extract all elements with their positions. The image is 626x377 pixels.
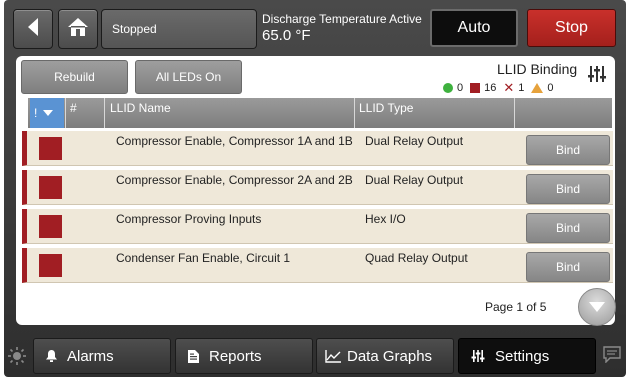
warning-status-icon	[531, 83, 544, 93]
brightness-icon[interactable]	[8, 347, 26, 370]
column-divider	[514, 98, 515, 128]
led-status-indicator	[39, 254, 62, 277]
active-alert-value: 65.0 °F	[262, 27, 311, 44]
llid-name: Condenser Fan Enable, Circuit 1	[116, 251, 291, 265]
auto-button[interactable]: Auto	[430, 9, 518, 47]
llid-type: Hex I/O	[365, 212, 406, 226]
llid-binding-panel: Rebuild All LEDs On LLID Binding 0 16 ✕ 1…	[16, 56, 615, 325]
chevron-down-icon	[589, 302, 605, 312]
stop-button[interactable]: Stop	[527, 9, 616, 47]
rebuild-button[interactable]: Rebuild	[21, 60, 128, 94]
x-count: 1	[518, 82, 525, 94]
settings-sliders-icon[interactable]	[587, 64, 607, 89]
back-arrow-icon	[25, 17, 41, 42]
tab-settings-label: Settings	[495, 347, 550, 365]
led-status-indicator	[39, 215, 62, 238]
table-header: ! # LLID Name LLID Type	[28, 98, 612, 128]
llid-name: Compressor Enable, Compressor 2A and 2B	[116, 173, 353, 187]
red-status-icon	[470, 83, 481, 93]
bottom-navigation: Alarms Reports Data Graphs Settings	[0, 333, 626, 377]
sort-column-header[interactable]: !	[30, 98, 64, 128]
bind-button[interactable]: Bind	[526, 213, 610, 243]
led-status-indicator	[39, 176, 62, 199]
unit-status[interactable]: Stopped	[101, 9, 257, 49]
tab-data-graphs[interactable]: Data Graphs	[316, 338, 454, 374]
sort-column-label: !	[34, 106, 38, 120]
column-divider	[354, 98, 355, 128]
tab-reports[interactable]: Reports	[175, 338, 313, 374]
type-column-header[interactable]: LLID Type	[359, 101, 413, 115]
bind-button[interactable]: Bind	[526, 135, 610, 165]
bell-icon	[46, 350, 57, 362]
back-button[interactable]	[13, 9, 53, 49]
page-title: LLID Binding	[497, 61, 578, 77]
llid-name: Compressor Enable, Compressor 1A and 1B	[116, 134, 353, 148]
column-divider	[104, 98, 105, 128]
message-icon[interactable]	[603, 346, 621, 368]
line-chart-icon	[325, 349, 341, 363]
tab-alarms[interactable]: Alarms	[33, 338, 171, 374]
green-count: 0	[457, 82, 464, 94]
name-column-header[interactable]: LLID Name	[110, 101, 171, 115]
tab-alarms-label: Alarms	[67, 347, 114, 365]
green-status-icon	[443, 83, 453, 93]
llid-type: Dual Relay Output	[365, 173, 464, 187]
unit-status-text: Stopped	[112, 22, 157, 36]
table-row[interactable]: Compressor Proving Inputs Hex I/O Bind	[22, 209, 613, 244]
page-indicator: Page 1 of 5	[485, 300, 547, 314]
home-button[interactable]	[58, 9, 98, 49]
llid-type: Dual Relay Output	[365, 134, 464, 148]
home-icon	[67, 17, 89, 42]
chevron-down-icon	[43, 110, 54, 116]
red-count: 16	[484, 82, 497, 94]
active-alert-title: Discharge Temperature Active	[262, 12, 422, 26]
bind-button[interactable]: Bind	[526, 252, 610, 282]
table-row[interactable]: Compressor Enable, Compressor 2A and 2B …	[22, 170, 613, 205]
x-status-icon: ✕	[503, 80, 515, 95]
table-row[interactable]: Compressor Enable, Compressor 1A and 1B …	[22, 131, 613, 166]
all-leds-on-button[interactable]: All LEDs On	[135, 60, 242, 94]
llid-name: Compressor Proving Inputs	[116, 212, 262, 226]
settings-sliders-icon	[471, 349, 485, 363]
document-icon	[188, 349, 199, 363]
bind-button[interactable]: Bind	[526, 174, 610, 204]
led-status-indicator	[39, 137, 62, 160]
table-row[interactable]: Condenser Fan Enable, Circuit 1 Quad Rel…	[22, 248, 613, 283]
number-column-header[interactable]: #	[70, 101, 77, 115]
tab-settings[interactable]: Settings	[458, 338, 596, 374]
warning-count: 0	[547, 82, 554, 94]
tab-data-graphs-label: Data Graphs	[347, 347, 433, 365]
llid-type: Quad Relay Output	[365, 251, 468, 265]
page-down-button[interactable]	[578, 288, 616, 326]
column-divider	[65, 98, 66, 128]
tab-reports-label: Reports	[209, 347, 262, 365]
binding-status-legend: 0 16 ✕ 1 0	[443, 80, 561, 96]
